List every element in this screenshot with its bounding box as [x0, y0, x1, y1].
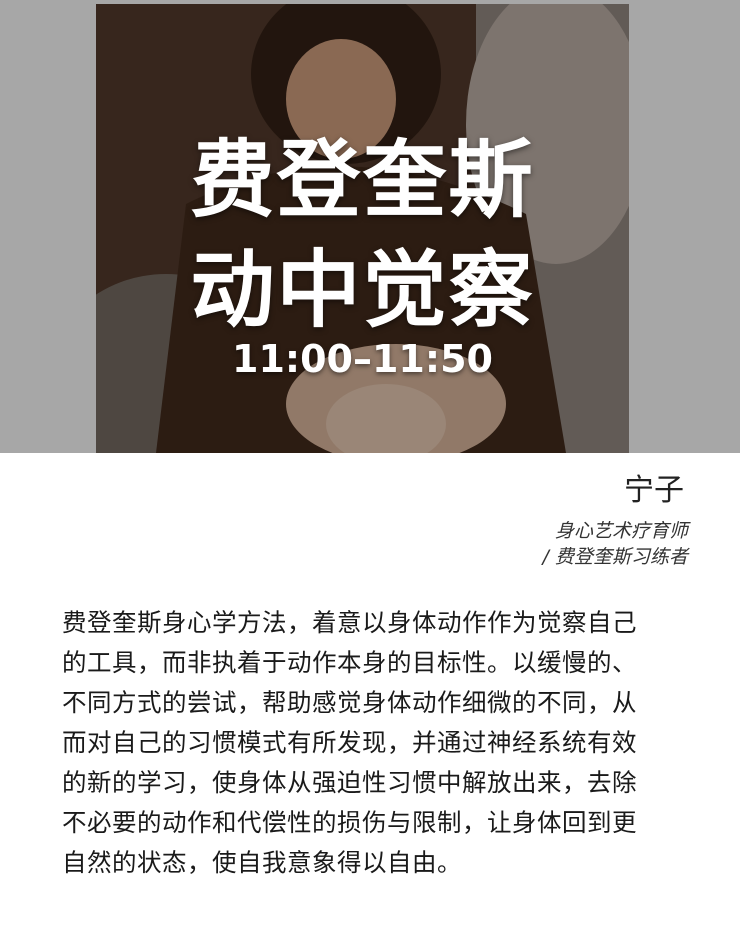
page: 费登奎斯 动中觉察 11:00–11:50 宁子 身心艺术疗育师 / 费登奎斯习… — [0, 0, 740, 929]
description-line: 自然的状态，使自我意象得以自由。 — [62, 848, 462, 877]
description-line: 费登奎斯身心学方法，着意以身体动作作为觉察自己 — [62, 608, 637, 637]
title-line-1: 费登奎斯 — [190, 131, 535, 229]
teacher-name: 宁子 — [624, 473, 684, 508]
description-paragraph: 费登奎斯身心学方法，着意以身体动作作为觉察自己 的工具，而非执着于动作本身的目标… — [62, 603, 702, 883]
session-photo: 费登奎斯 动中觉察 11:00–11:50 — [96, 4, 629, 453]
description-line: 不必要的动作和代偿性的损伤与限制，让身体回到更 — [62, 808, 637, 837]
description-line: 而对自己的习惯模式有所发现，并通过神经系统有效 — [62, 728, 637, 757]
description-line: 的新的学习，使身体从强迫性习惯中解放出来，去除 — [62, 768, 637, 797]
title-line-2: 动中觉察 — [190, 241, 535, 339]
teacher-role-line-1: 身心艺术疗育师 — [554, 520, 688, 542]
session-time: 11:00–11:50 — [232, 337, 493, 381]
description-line: 的工具，而非执着于动作本身的目标性。以缓慢的、 — [62, 648, 637, 677]
description-line: 不同方式的尝试，帮助感觉身体动作细微的不同，从 — [62, 688, 637, 717]
teacher-role-line-2: / 费登奎斯习练者 — [542, 546, 688, 568]
header-background: 费登奎斯 动中觉察 11:00–11:50 — [0, 0, 740, 453]
